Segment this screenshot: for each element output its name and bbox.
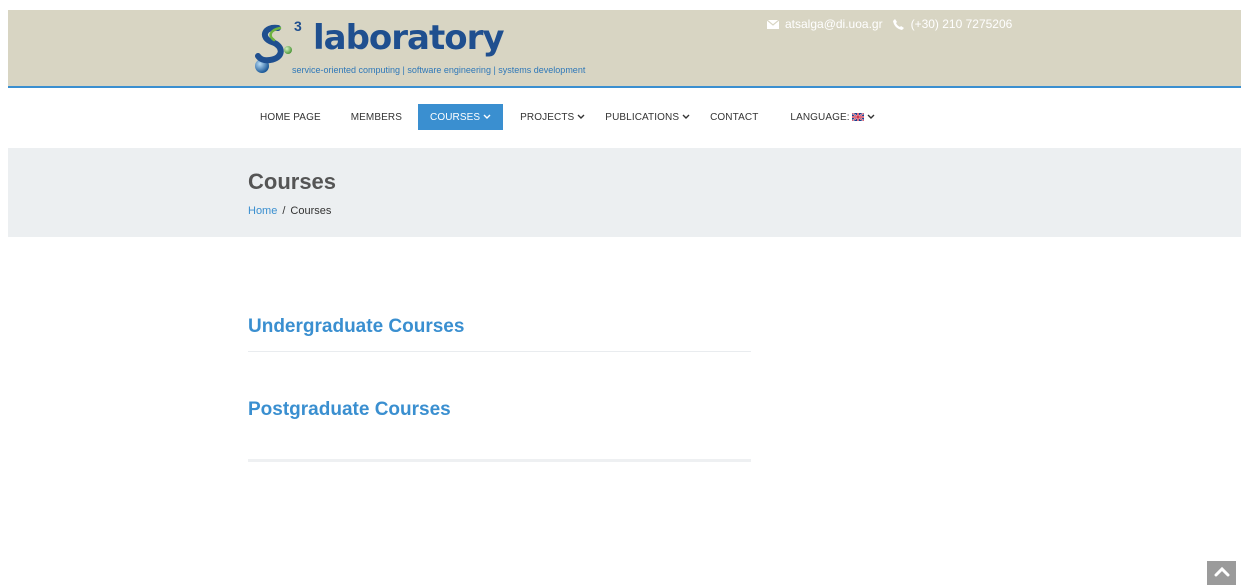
contact-email[interactable]: atsalga@di.uoa.gr [785,17,883,31]
header-shadow-decoration [338,148,958,160]
breadcrumb-home-link[interactable]: Home [248,205,277,217]
site-header: 3 laboratory service-oriented computing … [8,10,1241,88]
contact-phone[interactable]: (+30) 210 7275206 [911,17,1013,31]
chevron-up-icon [1214,564,1230,582]
breadcrumb-current: Courses [290,205,332,217]
site-logo[interactable]: 3 laboratory service-oriented computing … [250,14,626,80]
nav-item-home[interactable]: HOME PAGE [248,104,333,130]
nav-item-label: MEMBERS [350,111,402,123]
breadcrumb-separator: / [282,205,286,217]
nav-item-label: CONTACT [710,111,759,123]
chevron-down-icon [682,113,690,122]
page-title: Courses [248,169,337,194]
section-heading-undergraduate[interactable]: Undergraduate Courses [248,316,464,338]
phone-icon [893,18,905,30]
nav-item-members[interactable]: MEMBERS [333,104,416,130]
main-nav: HOME PAGE MEMBERS COURSES PROJECTS PUBLI… [248,104,887,130]
logo-wordmark: laboratory [313,18,505,58]
scroll-to-top-button[interactable] [1207,561,1236,585]
chevron-down-icon [577,113,585,122]
nav-item-label: PROJECTS [520,111,575,123]
section-heading-postgraduate[interactable]: Postgraduate Courses [248,399,451,421]
logo-tagline: service-oriented computing | software en… [292,65,586,75]
nav-item-projects[interactable]: PROJECTS [503,104,597,130]
nav-item-publications[interactable]: PUBLICATIONS [597,104,702,130]
chevron-down-icon [867,113,875,122]
nav-item-label: LANGUAGE: [790,111,850,123]
contact-info: atsalga@di.uoa.gr (+30) 210 7275206 [767,17,1012,31]
section-divider [248,351,751,352]
nav-item-label: PUBLICATIONS [605,111,680,123]
uk-flag-icon [851,112,865,122]
envelope-icon [767,19,779,29]
section-divider [248,459,751,462]
nav-item-contact[interactable]: CONTACT [702,104,774,130]
nav-item-label: HOME PAGE [260,111,321,123]
logo-superscript: 3 [294,18,302,34]
page-title-band: Courses Home / Courses [8,148,1241,237]
chevron-down-icon [483,113,491,122]
nav-item-language[interactable]: LANGUAGE: [774,104,886,130]
nav-item-courses[interactable]: COURSES [418,104,504,130]
breadcrumb: Home / Courses [248,205,331,217]
nav-item-label: COURSES [430,111,481,123]
